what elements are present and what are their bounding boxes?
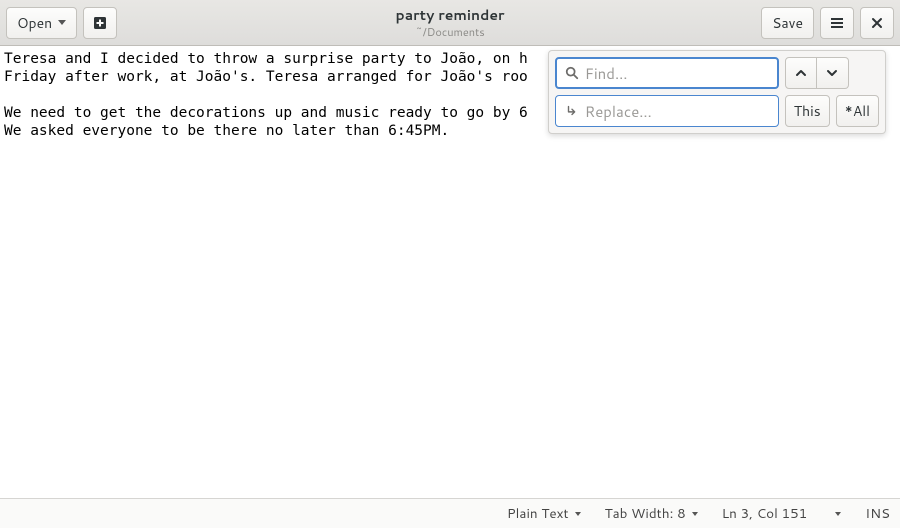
- status-language-label: Plain Text: [507, 504, 569, 523]
- replace-placeholder: Replace…: [585, 101, 652, 122]
- chevron-down-icon: [692, 512, 698, 516]
- statusbar: Plain Text Tab Width: 8 Ln 3, Col 151 IN…: [0, 498, 900, 528]
- hamburger-menu-button[interactable]: [820, 7, 854, 39]
- headerbar-left: Open: [6, 7, 117, 39]
- replace-this-button[interactable]: This: [785, 95, 830, 127]
- headerbar: Open party reminder ~/Documents Save: [0, 0, 900, 46]
- new-document-icon: [92, 15, 108, 31]
- status-cursor-position[interactable]: Ln 3, Col 151: [722, 504, 842, 523]
- replace-all-button[interactable]: *All: [836, 95, 879, 127]
- find-row: Find…: [555, 57, 879, 89]
- status-tab-width-label: Tab Width: 8: [605, 504, 686, 523]
- replace-arrow-icon: [565, 104, 579, 118]
- replace-this-label: This: [794, 101, 821, 121]
- chevron-down-icon: [826, 67, 838, 79]
- replace-all-label: *All: [845, 101, 870, 121]
- find-placeholder: Find…: [585, 63, 628, 84]
- hamburger-icon: [830, 16, 844, 30]
- open-button-label: Open: [17, 13, 52, 33]
- find-prev-button[interactable]: [785, 57, 817, 89]
- find-replace-popover: Find… Replace… This *All: [548, 50, 886, 134]
- status-insert-mode[interactable]: INS: [865, 504, 890, 523]
- close-icon: [871, 17, 883, 29]
- replace-row: Replace… This *All: [555, 95, 879, 127]
- status-tab-width[interactable]: Tab Width: 8: [605, 504, 698, 523]
- find-next-button[interactable]: [817, 57, 849, 89]
- status-insert-label: INS: [865, 504, 890, 523]
- find-nav-buttons: [785, 57, 849, 89]
- chevron-up-icon: [795, 67, 807, 79]
- new-tab-button[interactable]: [83, 7, 117, 39]
- status-language[interactable]: Plain Text: [507, 504, 581, 523]
- open-button[interactable]: Open: [6, 7, 77, 39]
- close-window-button[interactable]: [860, 7, 894, 39]
- status-cursor-label: Ln 3, Col 151: [722, 504, 808, 523]
- headerbar-right: Save: [761, 7, 894, 39]
- search-icon: [565, 66, 579, 80]
- save-button-label: Save: [772, 13, 803, 33]
- save-button[interactable]: Save: [761, 7, 814, 39]
- replace-input[interactable]: Replace…: [555, 95, 779, 127]
- chevron-down-icon: [58, 20, 66, 25]
- find-input[interactable]: Find…: [555, 57, 779, 89]
- chevron-down-icon: [835, 512, 841, 516]
- chevron-down-icon: [575, 512, 581, 516]
